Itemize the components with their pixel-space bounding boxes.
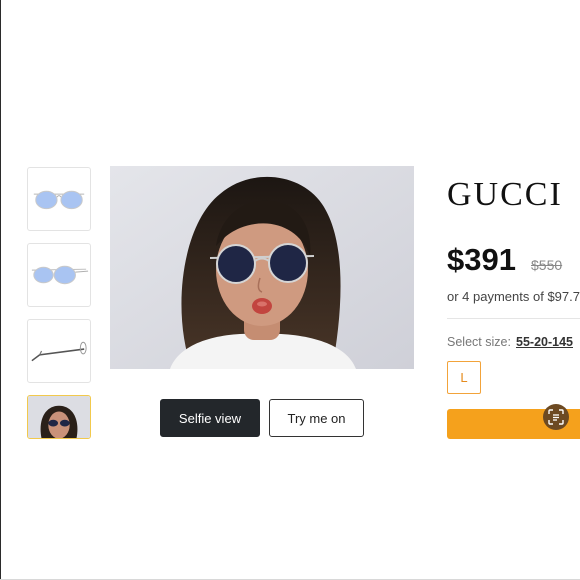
size-label: Select size: bbox=[447, 335, 511, 349]
selfie-view-button[interactable]: Selfie view bbox=[160, 399, 260, 437]
size-guide-link[interactable]: 55-20-145 bbox=[516, 335, 573, 349]
price: $391 bbox=[447, 242, 516, 277]
main-product-image bbox=[110, 166, 414, 369]
thumbnail-side[interactable] bbox=[27, 319, 91, 383]
thumbnail-angle[interactable] bbox=[27, 243, 91, 307]
thumbnail-front[interactable] bbox=[27, 167, 91, 231]
try-me-on-button[interactable]: Try me on bbox=[269, 399, 364, 437]
thumbnail-model[interactable] bbox=[27, 395, 91, 439]
original-price: $550 bbox=[531, 257, 563, 273]
sunglasses-side-icon bbox=[31, 341, 87, 362]
installment-text: or 4 payments of $97.7 bbox=[447, 289, 580, 304]
brand-name: GUCCI bbox=[447, 176, 563, 213]
size-option-l[interactable]: L bbox=[447, 361, 481, 394]
sunglasses-front-icon bbox=[33, 190, 85, 210]
sunglasses-angle-icon bbox=[31, 265, 89, 285]
model-photo-icon bbox=[28, 396, 90, 438]
scan-text-icon bbox=[548, 409, 564, 425]
divider bbox=[447, 318, 580, 319]
model-photo bbox=[110, 166, 414, 369]
left-border bbox=[0, 0, 1, 580]
scan-text-button[interactable] bbox=[543, 404, 569, 430]
